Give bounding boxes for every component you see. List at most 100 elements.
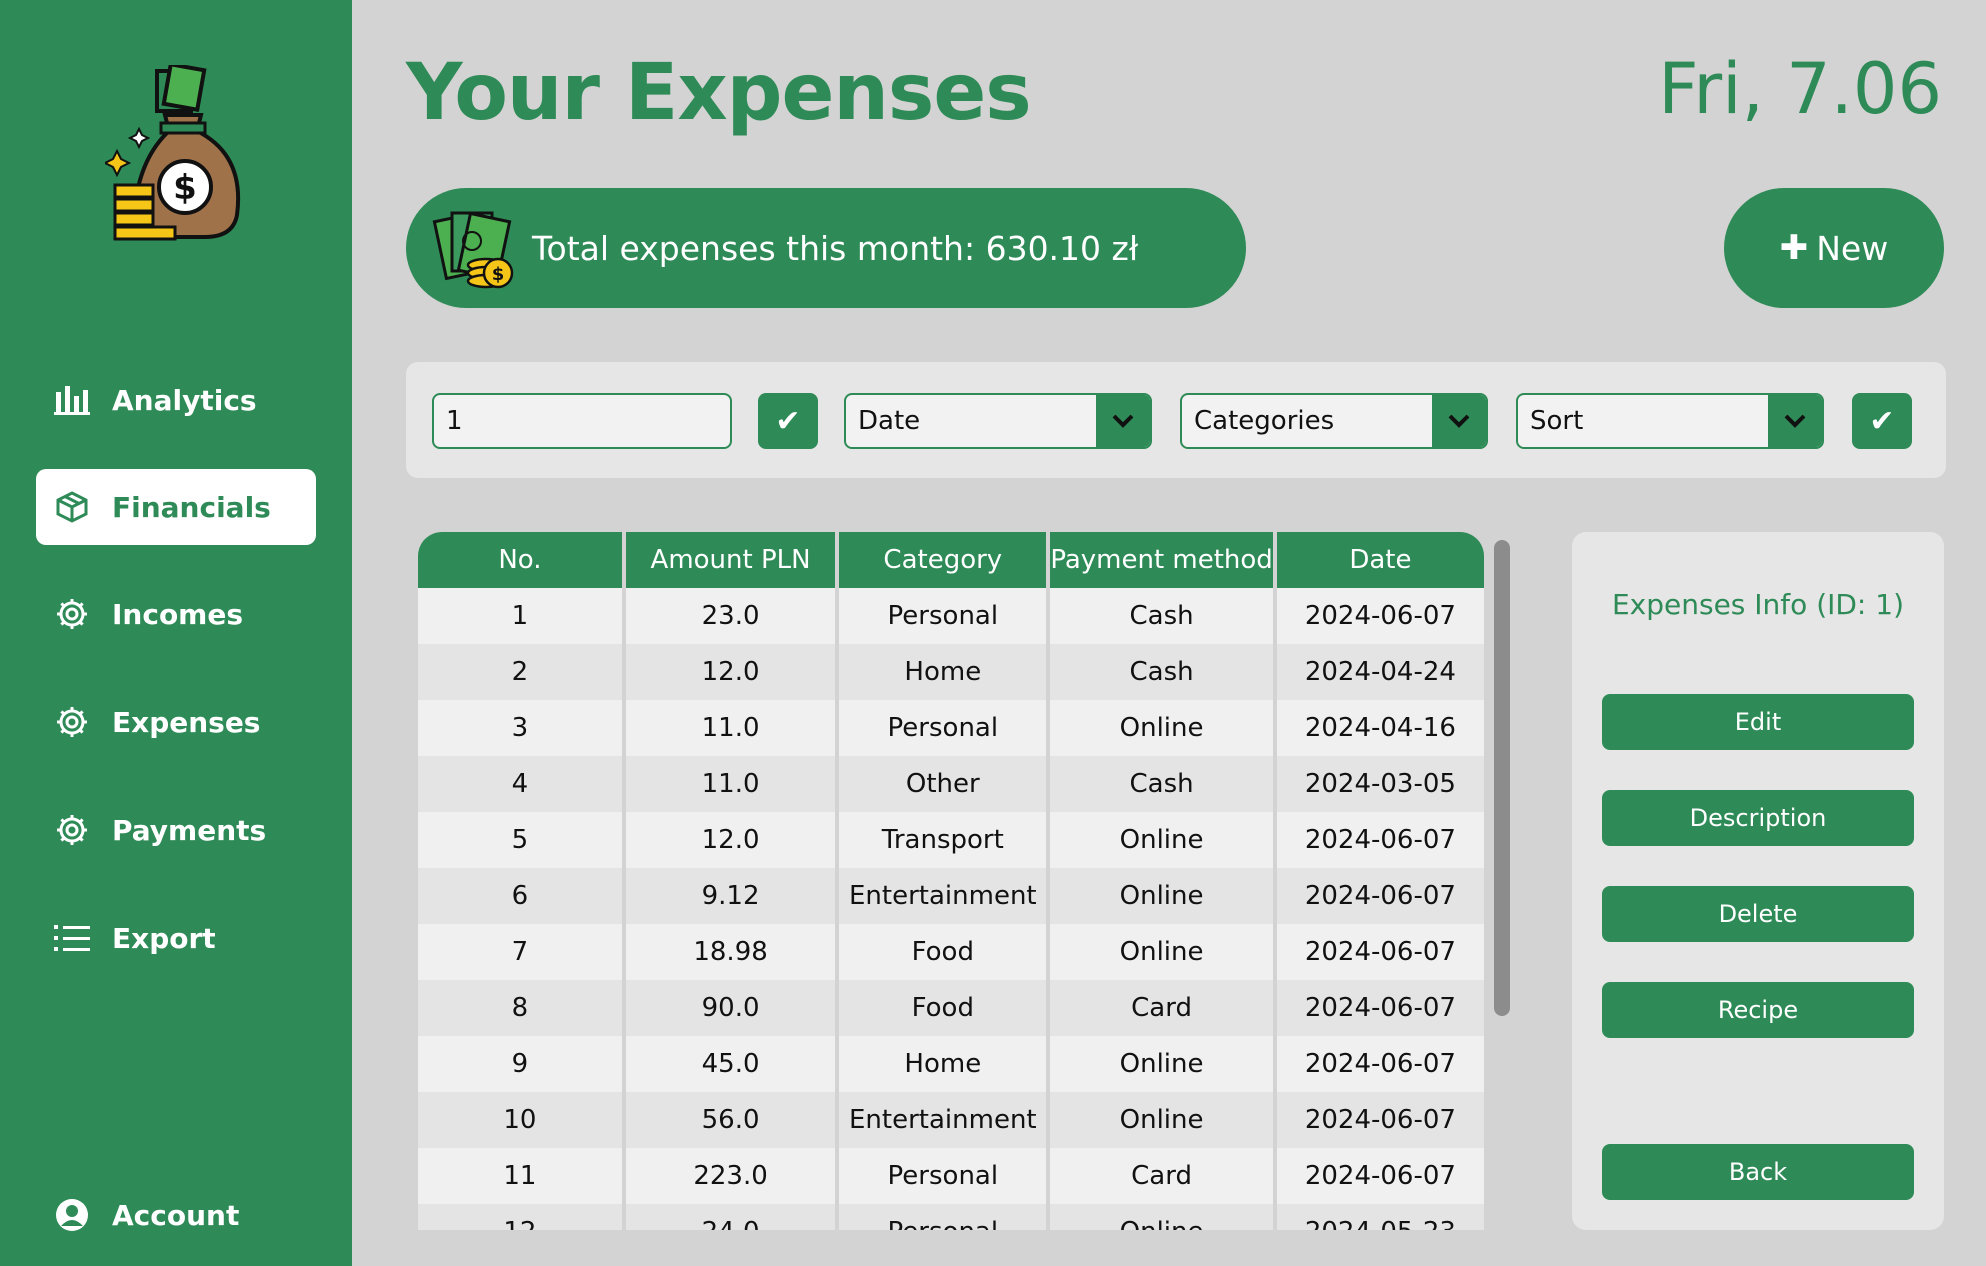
cell-amount: 12.0	[625, 812, 836, 868]
table-row[interactable]: 1224.0PersonalOnline2024-05-23	[418, 1204, 1484, 1230]
box-icon	[52, 487, 92, 527]
cell-payment-method: Cash	[1050, 756, 1273, 812]
chevron-down-icon	[1768, 395, 1822, 447]
cell-payment-method: Online	[1050, 924, 1273, 980]
cell-category: Entertainment	[839, 868, 1047, 924]
current-date: Fri, 7.06	[1658, 48, 1942, 130]
sidebar-item-export[interactable]: Export	[36, 900, 316, 976]
cell-date: 2024-06-07	[1276, 1036, 1484, 1092]
sidebar-item-label: Financials	[112, 490, 271, 524]
table-scrollbar[interactable]	[1494, 540, 1510, 1016]
cell-payment-method: Card	[1050, 980, 1273, 1036]
checkmark-icon: ✔	[1869, 403, 1895, 439]
list-icon	[52, 918, 92, 958]
sidebar-item-label: Account	[112, 1198, 240, 1232]
cell-payment-method: Cash	[1050, 588, 1273, 644]
cell-no: 1	[418, 588, 622, 644]
svg-text:$: $	[173, 168, 197, 208]
sidebar-item-label: Incomes	[112, 597, 244, 631]
date-select[interactable]: Date	[844, 393, 1152, 449]
cell-date: 2024-06-07	[1276, 1092, 1484, 1148]
sidebar-item-label: Expenses	[112, 705, 261, 739]
sidebar-item-analytics[interactable]: Analytics	[36, 362, 316, 438]
table-row[interactable]: 2 12.0 Home Cash 2024-04-24	[418, 644, 1484, 700]
checkmark-icon: ✔	[775, 403, 801, 439]
categories-select[interactable]: Categories	[1180, 393, 1488, 449]
svg-text:$: $	[492, 264, 505, 285]
cell-no: 5	[418, 812, 622, 868]
date-select-value: Date	[858, 406, 921, 436]
money-bag-logo: $	[102, 62, 245, 245]
expense-info-panel: Expenses Info (ID: 1) Edit Description D…	[1572, 532, 1944, 1230]
cell-amount: 11.0	[625, 700, 836, 756]
total-expenses-text: Total expenses this month: 630.10 zł	[532, 228, 1139, 268]
table-row[interactable]: 10 56.0 Entertainment Online 2024-06-07	[418, 1092, 1484, 1148]
cell-amount: 12.0	[625, 644, 836, 700]
apply-filters-button[interactable]: ✔	[1852, 393, 1912, 449]
cell-payment-method: Online	[1050, 700, 1273, 756]
table-row[interactable]: 6 9.12 Entertainment Online 2024-06-07	[418, 868, 1484, 924]
sidebar-item-account[interactable]: Account	[36, 1177, 316, 1253]
new-expense-button[interactable]: ✚ New	[1724, 188, 1944, 308]
apply-search-button[interactable]: ✔	[758, 393, 818, 449]
back-button[interactable]: Back	[1602, 1144, 1914, 1200]
cell-category: Other	[839, 756, 1047, 812]
cell-amount: 45.0	[625, 1036, 836, 1092]
cell-category: Food	[839, 980, 1047, 1036]
sidebar-item-expenses[interactable]: Expenses	[36, 684, 316, 760]
cell-date: 2024-04-24	[1276, 644, 1484, 700]
table-row[interactable]: 9 45.0 Home Online 2024-06-07	[418, 1036, 1484, 1092]
table-row[interactable]: 3 11.0 Personal Online 2024-04-16	[418, 700, 1484, 756]
edit-button[interactable]: Edit	[1602, 694, 1914, 750]
cell-amount: 223.0	[625, 1148, 836, 1204]
user-icon	[52, 1195, 92, 1235]
delete-button[interactable]: Delete	[1602, 886, 1914, 942]
recipe-button[interactable]: Recipe	[1602, 982, 1914, 1038]
cell-category: Personal	[839, 1204, 1047, 1230]
sort-select[interactable]: Sort	[1516, 393, 1824, 449]
cell-payment-method: Online	[1050, 1204, 1273, 1230]
cell-category: Home	[839, 1036, 1047, 1092]
column-header-no[interactable]: No.	[418, 532, 622, 588]
info-panel-title: Expenses Info (ID: 1)	[1611, 588, 1905, 621]
sort-select-value: Sort	[1530, 406, 1584, 436]
cell-no: 3	[418, 700, 622, 756]
cell-no: 10	[418, 1092, 622, 1148]
cell-date: 2024-06-07	[1276, 924, 1484, 980]
cell-category: Food	[839, 924, 1047, 980]
table-row[interactable]: 5 12.0 Transport Online 2024-06-07	[418, 812, 1484, 868]
cell-date: 2024-04-16	[1276, 700, 1484, 756]
cell-no: 7	[418, 924, 622, 980]
sidebar-item-financials[interactable]: Financials	[36, 469, 316, 545]
table-row[interactable]: 1 23.0 Personal Cash 2024-06-07	[418, 588, 1484, 644]
cell-payment-method: Online	[1050, 1092, 1273, 1148]
cell-no: 9	[418, 1036, 622, 1092]
cell-amount: 24.0	[625, 1204, 836, 1230]
sidebar-item-incomes[interactable]: Incomes	[36, 576, 316, 652]
new-button-label: New	[1816, 228, 1889, 268]
cell-no: 11	[418, 1148, 622, 1204]
cell-no: 2	[418, 644, 622, 700]
cell-no: 12	[418, 1204, 622, 1230]
filter-bar: ✔ Date Categories Sort ✔	[406, 362, 1946, 478]
column-header-payment-method[interactable]: Payment method	[1050, 532, 1273, 588]
cell-date: 2024-06-07	[1276, 588, 1484, 644]
table-row[interactable]: 7 18.98 Food Online 2024-06-07	[418, 924, 1484, 980]
column-header-date[interactable]: Date	[1276, 532, 1484, 588]
search-input[interactable]	[432, 393, 732, 449]
cell-date: 2024-06-07	[1276, 812, 1484, 868]
table-row[interactable]: 8 90.0 Food Card 2024-06-07	[418, 980, 1484, 1036]
cash-stack-icon: $	[430, 203, 520, 293]
cell-category: Entertainment	[839, 1092, 1047, 1148]
cell-amount: 9.12	[625, 868, 836, 924]
table-row[interactable]: 11 223.0 Personal Card 2024-06-07	[418, 1148, 1484, 1204]
cell-no: 4	[418, 756, 622, 812]
description-button[interactable]: Description	[1602, 790, 1914, 846]
column-header-amount[interactable]: Amount PLN	[625, 532, 836, 588]
column-header-category[interactable]: Category	[839, 532, 1047, 588]
cell-no: 6	[418, 868, 622, 924]
cell-amount: 56.0	[625, 1092, 836, 1148]
sidebar-item-payments[interactable]: Payments	[36, 792, 316, 868]
chevron-down-icon	[1096, 395, 1150, 447]
table-row[interactable]: 4 11.0 Other Cash 2024-03-05	[418, 756, 1484, 812]
